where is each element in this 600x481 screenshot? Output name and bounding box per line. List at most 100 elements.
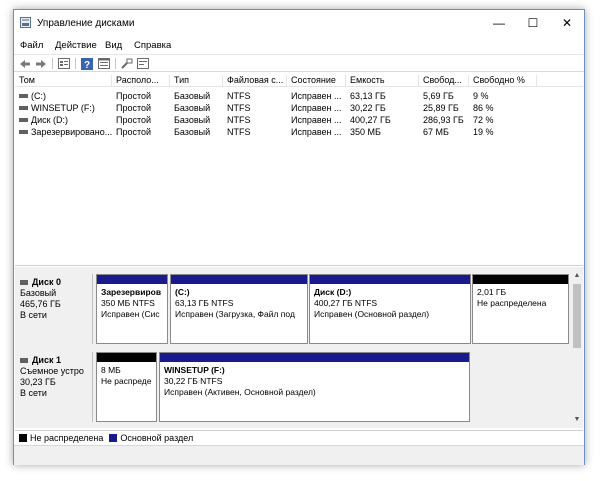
forward-arrow-icon[interactable]	[34, 57, 48, 70]
filesystem-cell: NTFS	[227, 127, 251, 137]
partition-c[interactable]: (C:) 63,13 ГБ NTFS Исправен (Загрузка, Ф…	[170, 274, 308, 344]
column-header-capacity[interactable]: Емкость	[346, 75, 419, 87]
disk-0-label[interactable]: Диск 0 Базовый 465,76 ГБ В сети	[15, 274, 93, 344]
removable-disk-icon	[20, 358, 28, 363]
free-cell: 286,93 ГБ	[423, 115, 464, 125]
partition-unallocated-disk1[interactable]: 8 МБ Не распреде	[96, 352, 157, 422]
disk-0-type: Базовый	[20, 288, 57, 298]
partition-detail: 30,22 ГБ NTFS	[164, 376, 223, 386]
minimize-button[interactable]: —	[482, 10, 516, 36]
free-percent-cell: 19 %	[473, 127, 494, 137]
menu-view[interactable]: Вид	[105, 40, 122, 51]
legend-primary-label: Основной раздел	[120, 432, 194, 443]
volume-row[interactable]: WINSETUP (F:) Простой Базовый NTFS Испра…	[15, 102, 583, 114]
partition-name: WINSETUP (F:)	[164, 365, 225, 375]
window-title: Управление дисками	[37, 18, 135, 29]
column-header-filesystem[interactable]: Файловая с...	[223, 75, 287, 87]
volume-name-cell: WINSETUP (F:)	[15, 102, 112, 114]
help-icon[interactable]: ?	[80, 57, 94, 70]
volume-row[interactable]: Зарезервировано... Простой Базовый NTFS …	[15, 126, 583, 138]
partition-detail: 8 МБ	[101, 365, 121, 375]
disk-graphical-view: Диск 0 Базовый 465,76 ГБ В сети Зарезерв…	[15, 270, 583, 428]
disk-1-label[interactable]: Диск 1 Съемное устро 30,23 ГБ В сети	[15, 352, 93, 422]
partition-unallocated-disk0[interactable]: 2,01 ГБ Не распределена	[472, 274, 569, 344]
scroll-up-arrow-icon[interactable]: ▲	[573, 272, 581, 282]
menu-bar: Файл Действие Вид Справка	[14, 37, 584, 54]
volume-row[interactable]: (C:) Простой Базовый NTFS Исправен ... 6…	[15, 90, 583, 102]
partition-detail: 2,01 ГБ	[477, 287, 507, 297]
primary-partition-bar	[310, 275, 470, 284]
console-tree-icon[interactable]	[97, 57, 111, 70]
legend: Не распределена Основной раздел	[15, 430, 583, 444]
unallocated-bar	[473, 275, 568, 284]
graph-vertical-scrollbar[interactable]: ▲ ▼	[571, 270, 583, 428]
properties-icon[interactable]	[57, 57, 71, 70]
partition-reserved[interactable]: Зарезервиров 350 МБ NTFS Исправен (Сис	[96, 274, 168, 344]
partition-winsetup-body: WINSETUP (F:) 30,22 ГБ NTFS Исправен (Ак…	[160, 362, 469, 401]
partition-unallocated-disk1-body: 8 МБ Не распреде	[97, 362, 156, 390]
back-arrow-icon[interactable]	[18, 57, 32, 70]
free-cell: 67 МБ	[423, 127, 449, 137]
close-button[interactable]: ✕	[550, 10, 584, 36]
partition-d[interactable]: Диск (D:) 400,27 ГБ NTFS Исправен (Основ…	[309, 274, 471, 344]
disk-0-name-text: Диск 0	[32, 277, 61, 287]
column-header-free[interactable]: Свобод...	[419, 75, 469, 87]
type-cell: Базовый	[174, 115, 211, 125]
settings-icon[interactable]	[120, 57, 134, 70]
partition-detail: 400,27 ГБ NTFS	[314, 298, 378, 308]
disk-1-type: Съемное устро	[20, 366, 84, 376]
layout-cell: Простой	[116, 127, 152, 137]
disk-management-window: Управление дисками — ☐ ✕ Файл Действие В…	[13, 9, 585, 465]
disk-icon	[20, 280, 28, 285]
menu-action[interactable]: Действие	[55, 40, 97, 51]
menu-help[interactable]: Справка	[134, 40, 171, 51]
volume-icon	[19, 117, 28, 122]
title-bar[interactable]: Управление дисками — ☐ ✕	[14, 10, 584, 36]
maximize-button[interactable]: ☐	[516, 10, 550, 36]
scrollbar-thumb[interactable]	[573, 284, 581, 348]
type-cell: Базовый	[174, 103, 211, 113]
partition-winsetup[interactable]: WINSETUP (F:) 30,22 ГБ NTFS Исправен (Ак…	[159, 352, 470, 422]
legend-unallocated-label: Не распределена	[30, 432, 104, 443]
partition-status: Исправен (Основной раздел)	[314, 309, 430, 319]
disk-1-size: 30,23 ГБ	[20, 377, 56, 387]
partition-name: Диск (D:)	[314, 287, 352, 297]
refresh-icon[interactable]	[136, 57, 150, 70]
disk-management-app-icon	[20, 17, 31, 28]
toolbar-separator	[75, 58, 76, 69]
status-cell: Исправен ...	[291, 103, 342, 113]
column-header-free-percent[interactable]: Свободно %	[469, 75, 537, 87]
column-header-volume[interactable]: Том	[15, 75, 112, 87]
volume-icon	[19, 105, 28, 110]
unallocated-swatch	[19, 433, 27, 442]
free-cell: 25,89 ГБ	[423, 103, 459, 113]
scroll-down-arrow-icon[interactable]: ▼	[573, 416, 581, 426]
svg-text:?: ?	[84, 60, 90, 70]
status-cell: Исправен ...	[291, 91, 342, 101]
partition-status: Не распределена	[477, 298, 547, 308]
volume-row[interactable]: Диск (D:) Простой Базовый NTFS Исправен …	[15, 114, 583, 126]
volume-icon	[19, 129, 28, 134]
type-cell: Базовый	[174, 91, 211, 101]
primary-partition-bar	[97, 275, 167, 284]
volume-list[interactable]: Том Располо... Тип Файловая с... Состоян…	[15, 74, 583, 266]
volume-name-cell: Зарезервировано...	[15, 126, 112, 138]
menu-file[interactable]: Файл	[20, 40, 43, 51]
partition-status: Исправен (Сис	[101, 309, 160, 319]
capacity-cell: 400,27 ГБ	[350, 115, 391, 125]
legend-primary: Основной раздел	[109, 433, 193, 443]
volume-list-header: Том Располо... Тип Файловая с... Состоян…	[15, 74, 583, 87]
legend-unallocated: Не распределена	[19, 433, 103, 443]
volume-name-cell: Диск (D:)	[15, 114, 112, 126]
volume-name: Зарезервировано...	[31, 127, 112, 137]
partition-status: Не распреде	[101, 376, 152, 386]
column-header-status[interactable]: Состояние	[287, 75, 346, 87]
layout-cell: Простой	[116, 103, 152, 113]
disk-0-size: 465,76 ГБ	[20, 299, 61, 309]
disk-0-name: Диск 0	[20, 277, 87, 288]
column-header-layout[interactable]: Располо...	[112, 75, 170, 87]
partition-detail: 63,13 ГБ NTFS	[175, 298, 234, 308]
column-header-type[interactable]: Тип	[170, 75, 223, 87]
partition-name: Зарезервиров	[101, 287, 162, 297]
layout-cell: Простой	[116, 91, 152, 101]
